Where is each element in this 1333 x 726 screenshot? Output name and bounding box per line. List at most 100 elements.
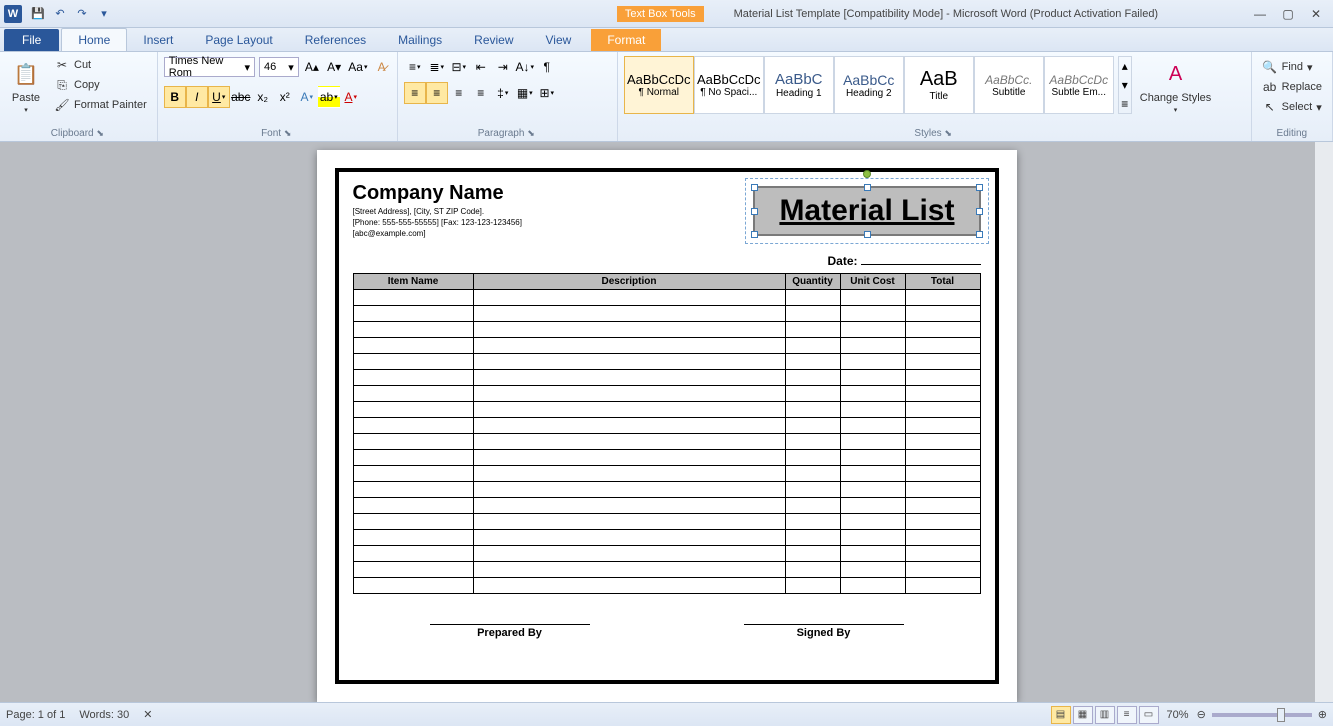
zoom-out-button[interactable]: ⊖ [1197,708,1206,721]
tab-view[interactable]: View [530,29,588,51]
table-row[interactable] [353,466,980,482]
clipboard-launcher[interactable]: ⬊ [96,128,106,138]
numbering-button[interactable]: ≣ [426,56,448,78]
borders-button[interactable]: ⊞ [536,82,558,104]
table-row[interactable] [353,402,980,418]
table-row[interactable] [353,498,980,514]
table-row[interactable] [353,514,980,530]
tab-page-layout[interactable]: Page Layout [189,29,288,51]
change-case-button[interactable]: Aa [347,56,368,78]
styles-launcher[interactable]: ⬊ [944,128,954,138]
material-list-textbox[interactable]: Material List [753,186,980,236]
company-block[interactable]: Company Name [Street Address], [City, ST… [353,182,522,238]
font-color-button[interactable]: A [340,86,362,108]
minimize-button[interactable]: — [1247,5,1273,23]
maximize-button[interactable]: ▢ [1275,5,1301,23]
style-item[interactable]: AaBbCcHeading 2 [834,56,904,114]
table-row[interactable] [353,354,980,370]
table-row[interactable] [353,418,980,434]
replace-button[interactable]: abReplace [1258,78,1326,96]
format-painter-button[interactable]: 🖌Format Painter [50,96,151,114]
font-launcher[interactable]: ⬊ [284,128,294,138]
align-left-button[interactable]: ≡ [404,82,426,104]
zoom-level[interactable]: 70% [1167,709,1189,721]
style-item[interactable]: AaBTitle [904,56,974,114]
vertical-scrollbar[interactable] [1315,142,1333,702]
material-table[interactable]: Item NameDescriptionQuantityUnit CostTot… [353,273,981,594]
paragraph-launcher[interactable]: ⬊ [527,128,537,138]
style-item[interactable]: AaBbCcDc¶ Normal [624,56,694,114]
status-words[interactable]: Words: 30 [79,709,129,721]
zoom-thumb[interactable] [1277,708,1285,722]
qat-customize-icon[interactable]: ▾ [94,4,114,24]
sort-button[interactable]: A↓ [514,56,536,78]
resize-handle[interactable] [751,231,758,238]
subscript-button[interactable]: x₂ [252,86,274,108]
style-item[interactable]: AaBbCc.Subtitle [974,56,1044,114]
date-row[interactable]: Date: [353,254,981,269]
close-button[interactable]: ✕ [1303,5,1329,23]
line-spacing-button[interactable]: ‡ [492,82,514,104]
align-center-button[interactable]: ≡ [426,82,448,104]
table-row[interactable] [353,370,980,386]
table-row[interactable] [353,386,980,402]
table-row[interactable] [353,530,980,546]
view-draft[interactable]: ▭ [1139,706,1159,724]
textbox-selection-wrapper[interactable]: Material List [753,186,980,236]
resize-handle[interactable] [751,208,758,215]
find-button[interactable]: 🔍Find ▾ [1258,58,1326,76]
style-item[interactable]: AaBbCHeading 1 [764,56,834,114]
shrink-font-button[interactable]: A▾ [325,56,343,78]
proofing-icon[interactable]: ✕ [143,708,152,721]
word-icon[interactable]: W [4,5,22,23]
justify-button[interactable]: ≡ [470,82,492,104]
resize-handle[interactable] [976,208,983,215]
table-row[interactable] [353,306,980,322]
copy-button[interactable]: ⎘Copy [50,76,151,94]
document-workspace[interactable]: Company Name [Street Address], [City, ST… [0,142,1333,702]
style-gallery[interactable]: AaBbCcDc¶ NormalAaBbCcDc¶ No Spaci...AaB… [624,56,1114,114]
tab-home[interactable]: Home [61,28,127,51]
underline-button[interactable]: U [208,86,230,108]
tab-format[interactable]: Format [591,29,661,51]
view-web-layout[interactable]: ▥ [1095,706,1115,724]
view-outline[interactable]: ≡ [1117,706,1137,724]
view-print-layout[interactable]: ▤ [1051,706,1071,724]
tab-review[interactable]: Review [458,29,529,51]
table-row[interactable] [353,434,980,450]
table-row[interactable] [353,482,980,498]
resize-handle[interactable] [864,231,871,238]
style-expand[interactable]: ≡ [1119,94,1131,113]
zoom-in-button[interactable]: ⊕ [1318,708,1327,721]
bold-button[interactable]: B [164,86,186,108]
italic-button[interactable]: I [186,86,208,108]
signed-by-block[interactable]: Signed By [744,624,904,639]
change-styles-button[interactable]: A Change Styles ▾ [1136,56,1216,116]
tab-insert[interactable]: Insert [127,29,189,51]
resize-handle[interactable] [864,184,871,191]
undo-icon[interactable]: ↶ [50,4,70,24]
table-row[interactable] [353,450,980,466]
tab-mailings[interactable]: Mailings [382,29,458,51]
tab-file[interactable]: File [4,29,59,51]
style-item[interactable]: AaBbCcDcSubtle Em... [1044,56,1114,114]
page[interactable]: Company Name [Street Address], [City, ST… [317,150,1017,702]
resize-handle[interactable] [976,231,983,238]
font-name-select[interactable]: Times New Rom▾ [164,57,255,77]
bullets-button[interactable]: ≡ [404,56,426,78]
font-size-select[interactable]: 46▾ [259,57,299,77]
clear-formatting-button[interactable]: A̷ [373,56,391,78]
table-row[interactable] [353,322,980,338]
increase-indent-button[interactable]: ⇥ [492,56,514,78]
highlight-button[interactable]: ab [318,86,340,108]
align-right-button[interactable]: ≡ [448,82,470,104]
tab-references[interactable]: References [289,29,382,51]
resize-handle[interactable] [976,184,983,191]
zoom-slider[interactable] [1212,713,1312,717]
redo-icon[interactable]: ↷ [72,4,92,24]
grow-font-button[interactable]: A▴ [303,56,321,78]
style-item[interactable]: AaBbCcDc¶ No Spaci... [694,56,764,114]
view-full-screen[interactable]: ▦ [1073,706,1093,724]
prepared-by-block[interactable]: Prepared By [430,624,590,639]
decrease-indent-button[interactable]: ⇤ [470,56,492,78]
